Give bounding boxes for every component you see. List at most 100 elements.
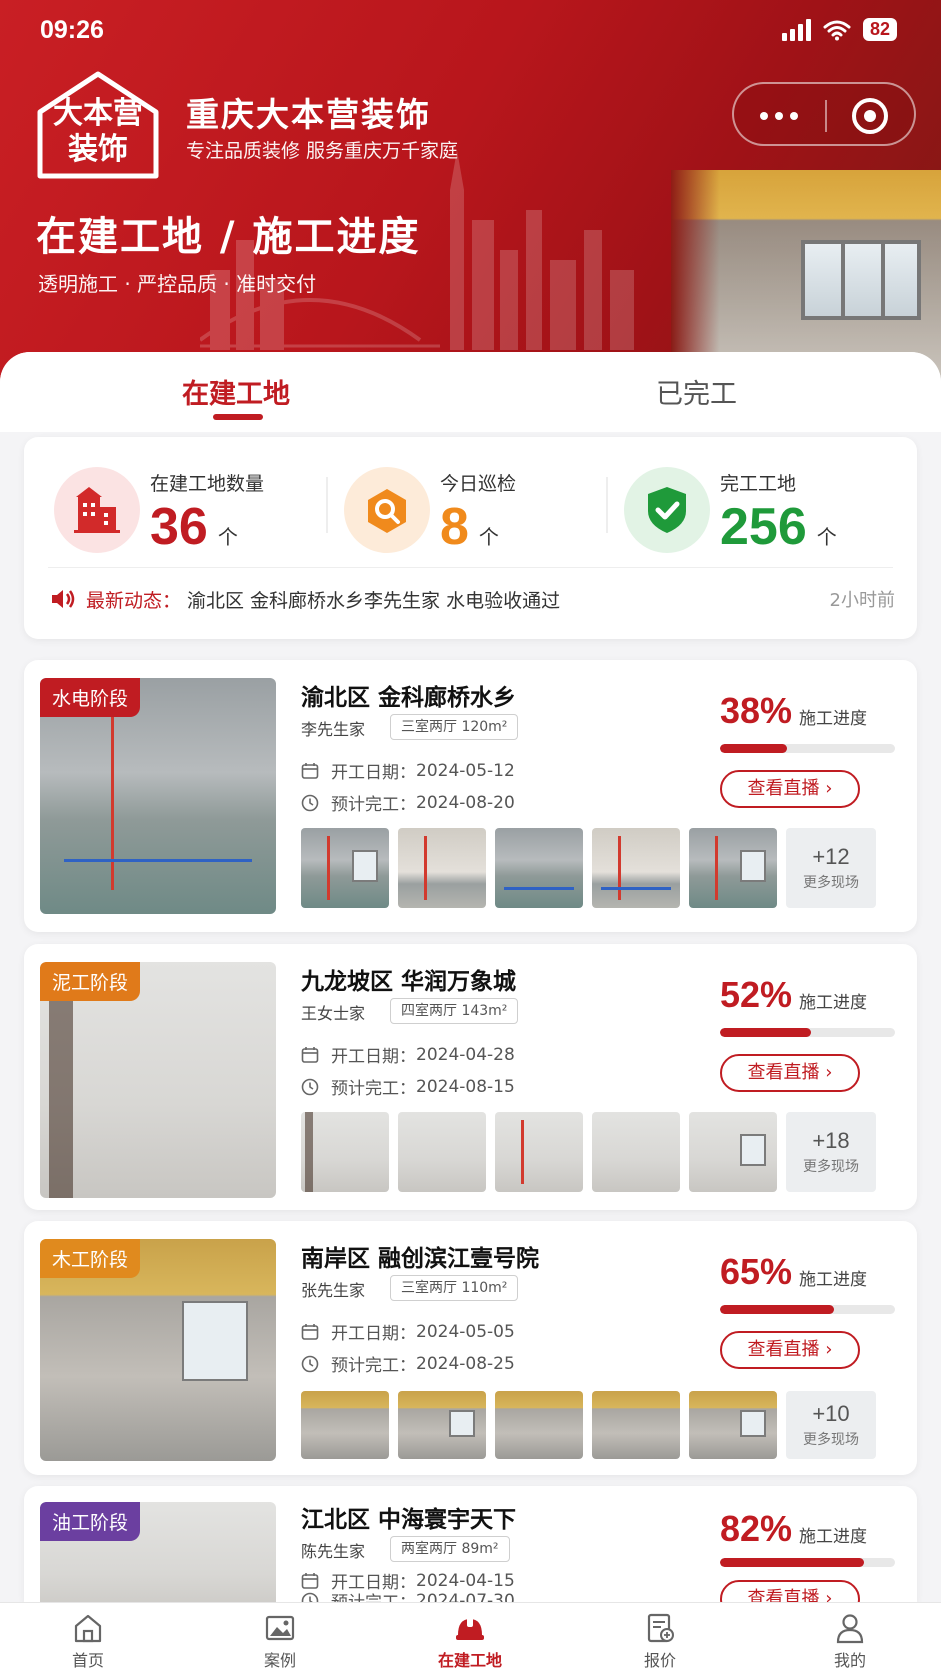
site-thumbnail[interactable] bbox=[495, 828, 583, 908]
tabbar-item-sites[interactable]: 在建工地 bbox=[410, 1611, 530, 1671]
home-icon bbox=[74, 1614, 102, 1643]
progress-label: 施工进度 bbox=[799, 993, 867, 1013]
brand-logo: 大本营 装饰 bbox=[32, 70, 164, 180]
project-card[interactable]: 水电阶段 渝北区 金科廊桥水乡 李先生家 三室两厅 120m² 开工日期： 202… bbox=[24, 660, 917, 932]
stat-label: 在建工地数量 bbox=[150, 473, 265, 495]
start-date: 开工日期： 2024-05-05 bbox=[301, 1319, 515, 1344]
stat-today-inspection[interactable]: 今日巡检 8个 bbox=[344, 459, 564, 559]
site-thumbnail[interactable] bbox=[398, 828, 486, 908]
progress-bar-fill bbox=[720, 744, 787, 753]
site-thumbnail[interactable] bbox=[689, 828, 777, 908]
progress-percent: 65% bbox=[720, 1251, 793, 1292]
layout-tag: 两室两厅 89m² bbox=[390, 1536, 510, 1562]
image-icon bbox=[265, 1615, 295, 1641]
building-icon bbox=[54, 467, 140, 553]
logo-text-line1: 大本营 bbox=[53, 96, 143, 131]
page-subtitle: 透明施工 · 严控品质 · 准时交付 bbox=[38, 272, 317, 296]
project-cover-photo[interactable]: 油工阶段 bbox=[40, 1502, 276, 1602]
stat-label: 完工工地 bbox=[720, 473, 797, 495]
tabbar-item-home[interactable]: 首页 bbox=[28, 1611, 148, 1671]
site-thumbnail[interactable] bbox=[301, 1112, 389, 1192]
close-miniprogram-icon[interactable] bbox=[852, 98, 888, 134]
progress-percent: 82% bbox=[720, 1508, 793, 1549]
site-thumbnail[interactable] bbox=[689, 1112, 777, 1192]
view-live-button[interactable]: 查看直播 › bbox=[720, 770, 860, 808]
more-options-icon[interactable] bbox=[760, 112, 798, 120]
stat-active-sites[interactable]: 在建工地数量 36 个 bbox=[54, 459, 304, 559]
progress-bar-fill bbox=[720, 1028, 811, 1037]
calendar-icon bbox=[301, 1046, 319, 1063]
layout-tag: 三室两厅 120m² bbox=[390, 714, 519, 740]
project-card[interactable]: 木工阶段 南岸区 融创滨江壹号院 张先生家 三室两厅 110m² 开工日期： 20… bbox=[24, 1221, 917, 1475]
site-thumbnail[interactable] bbox=[495, 1391, 583, 1459]
signal-icon bbox=[781, 18, 811, 41]
progress-percent: 38% bbox=[720, 690, 793, 731]
more-photos-button[interactable]: +10 更多现场 bbox=[786, 1391, 876, 1459]
site-thumbnail[interactable] bbox=[592, 1112, 680, 1192]
site-thumbnail[interactable] bbox=[398, 1391, 486, 1459]
progress-bar bbox=[720, 1305, 895, 1314]
calendar-icon bbox=[301, 1323, 319, 1340]
brand-slogan: 专注品质装修 服务重庆万千家庭 bbox=[186, 140, 459, 162]
project-owner: 王女士家 bbox=[301, 1004, 366, 1023]
view-live-button[interactable]: 查看直播 › bbox=[720, 1054, 860, 1092]
project-card[interactable]: 泥工阶段 九龙坡区 华润万象城 王女士家 四室两厅 143m² 开工日期： 202… bbox=[24, 944, 917, 1210]
helmet-icon bbox=[456, 1617, 484, 1640]
site-thumbnail[interactable] bbox=[301, 1391, 389, 1459]
end-date: 预计完工： 2024-08-20 bbox=[301, 790, 515, 815]
progress-bar-fill bbox=[720, 1558, 864, 1567]
stat-completed-sites[interactable]: 完工工地 256 个 bbox=[624, 459, 884, 559]
project-title[interactable]: 南岸区 融创滨江壹号院 bbox=[301, 1239, 539, 1273]
status-bar: 09:26 82 bbox=[0, 0, 941, 66]
clock-icon bbox=[301, 1078, 319, 1095]
tab-completed[interactable]: 已完工 bbox=[656, 372, 737, 411]
view-live-button[interactable]: 查看直播 › bbox=[720, 1331, 860, 1369]
tabbar-item-me[interactable]: 我的 bbox=[790, 1611, 910, 1671]
clock-icon bbox=[301, 794, 319, 811]
user-icon bbox=[836, 1614, 864, 1644]
project-title[interactable]: 九龙坡区 华润万象城 bbox=[301, 962, 516, 996]
bottom-tab-bar: 首页 案例 在建工地 报价 我的 bbox=[0, 1602, 941, 1672]
site-thumbnail[interactable] bbox=[592, 1391, 680, 1459]
shield-check-icon bbox=[624, 467, 710, 553]
active-tab-indicator bbox=[213, 414, 263, 420]
site-thumbnail[interactable] bbox=[301, 828, 389, 908]
stat-value: 36 个 bbox=[150, 498, 238, 556]
layout-tag: 四室两厅 143m² bbox=[390, 998, 519, 1024]
progress-bar bbox=[720, 1028, 895, 1037]
start-date: 开工日期： 2024-04-28 bbox=[301, 1042, 515, 1067]
stage-tag: 泥工阶段 bbox=[40, 962, 141, 1001]
more-photos-button[interactable]: +18 更多现场 bbox=[786, 1112, 876, 1192]
page-title: 在建工地 / 施工进度 bbox=[36, 214, 421, 260]
brand-name: 重庆大本营装饰 bbox=[186, 95, 431, 134]
project-title[interactable]: 江北区 中海寰宇天下 bbox=[301, 1500, 516, 1534]
view-live-button[interactable]: 查看直播 › bbox=[720, 1580, 860, 1602]
project-card[interactable]: 油工阶段 江北区 中海寰宇天下 陈先生家 两室两厅 89m² 开工日期： 2024… bbox=[24, 1486, 917, 1602]
site-thumbnails: +10 更多现场 bbox=[301, 1391, 876, 1459]
progress-label: 施工进度 bbox=[799, 1270, 867, 1290]
project-title[interactable]: 渝北区 金科廊桥水乡 bbox=[301, 678, 516, 712]
progress-bar bbox=[720, 744, 895, 753]
project-cover-photo[interactable]: 泥工阶段 bbox=[40, 962, 276, 1198]
end-date: 预计完工： 2024-08-15 bbox=[301, 1074, 515, 1099]
miniprogram-capsule bbox=[732, 82, 916, 146]
tabbar-item-cases[interactable]: 案例 bbox=[220, 1611, 340, 1671]
project-cover-photo[interactable]: 木工阶段 bbox=[40, 1239, 276, 1461]
progress-label: 施工进度 bbox=[799, 709, 867, 729]
project-cover-photo[interactable]: 水电阶段 bbox=[40, 678, 276, 914]
site-thumbnail[interactable] bbox=[689, 1391, 777, 1459]
layout-tag: 三室两厅 110m² bbox=[390, 1275, 519, 1301]
calendar-icon bbox=[301, 1572, 319, 1589]
site-thumbnail[interactable] bbox=[398, 1112, 486, 1192]
start-date: 开工日期： 2024-05-12 bbox=[301, 758, 515, 783]
latest-news[interactable]: 最新动态： 渝北区 金科廊桥水乡李先生家 水电验收通过 2小时前 bbox=[50, 581, 895, 617]
inspection-icon bbox=[344, 467, 430, 553]
tab-in-progress[interactable]: 在建工地 bbox=[182, 372, 290, 411]
site-thumbnail[interactable] bbox=[592, 828, 680, 908]
project-owner: 李先生家 bbox=[301, 720, 366, 739]
site-thumbnail[interactable] bbox=[495, 1112, 583, 1192]
more-photos-button[interactable]: +12 更多现场 bbox=[786, 828, 876, 908]
speaker-icon bbox=[52, 590, 75, 608]
tabbar-item-quote[interactable]: 报价 bbox=[600, 1611, 720, 1671]
project-owner: 张先生家 bbox=[301, 1281, 366, 1300]
